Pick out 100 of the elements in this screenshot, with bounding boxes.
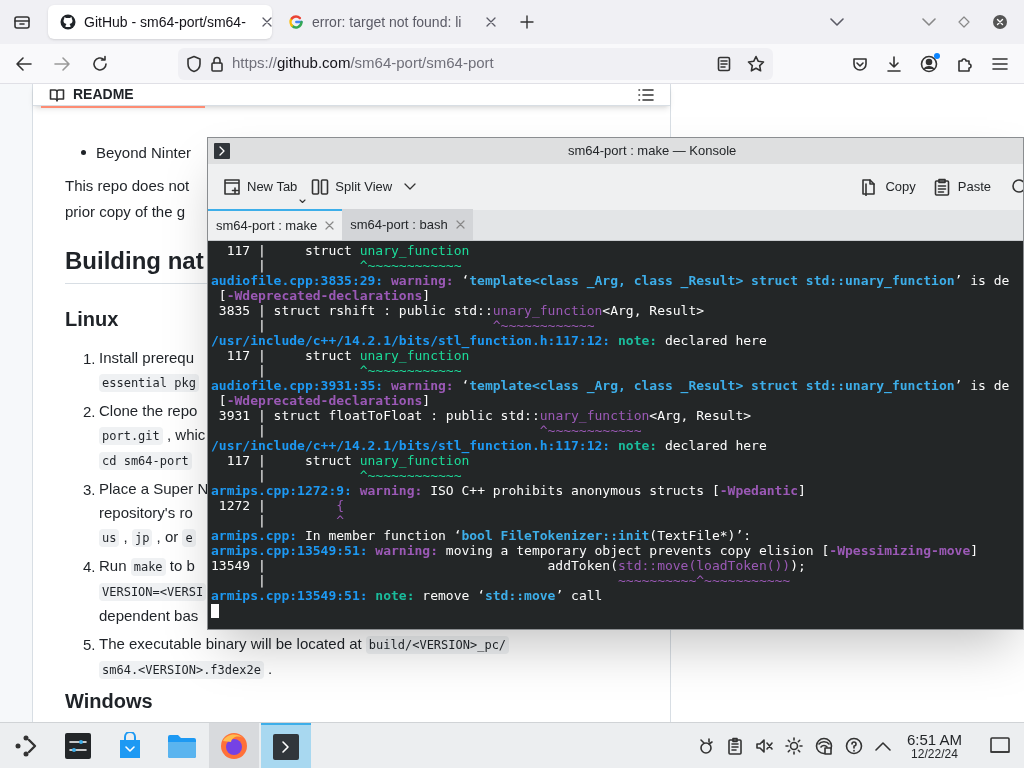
url-text: https://github.com/sm64-port/sm64-port: [232, 53, 494, 74]
bullet-icon: [81, 150, 86, 155]
terminal-line: | ^~~~~~~~~~~~~: [256, 423, 642, 438]
list-number: 4.: [83, 557, 97, 577]
close-icon[interactable]: [992, 14, 1008, 30]
terminal-line: 117 | struct unary_function: [226, 453, 470, 468]
terminal-line: audiofile.cpp:3835:29: warning: ‘template<class _Arg, class _Result> struct std::unary_function’ is de: [211, 273, 1010, 288]
terminal-line: armips.cpp: In member function ‘bool FileTokenizer::init(TextFile*)’:: [211, 528, 752, 543]
url-field[interactable]: https://github.com/sm64-port/sm64-port: [178, 47, 773, 80]
copy-icon: [861, 178, 878, 196]
github-icon: [60, 14, 76, 30]
list-item-text: dependent bas: [99, 606, 199, 626]
reload-icon[interactable]: [91, 54, 109, 73]
list-item-text: us , jp , or e: [99, 525, 196, 550]
chevron-down-icon[interactable]: [830, 17, 844, 27]
terminal-line: | ^~~~~~~~~~~~~: [256, 258, 462, 273]
terminal-line: 3835 | struct rshift : public std::unary_function<Arg, Result>: [217, 303, 705, 318]
paragraph-text: This repo does not: [65, 176, 190, 196]
help-icon[interactable]: [844, 736, 863, 755]
dropdown-icon: [299, 199, 306, 204]
list-item-text: Install prerequ: [99, 348, 195, 368]
toolbar-button[interactable]: New Tab: [223, 172, 306, 202]
terminal-line: 1272 | {: [217, 498, 345, 513]
section-heading: Building nat: [65, 247, 204, 274]
close-icon[interactable]: [261, 17, 272, 27]
brightness-icon[interactable]: [784, 736, 803, 755]
terminal-line: 13549 | addToken(std::move(loadToken()));: [211, 558, 806, 573]
browser-icon: [219, 730, 249, 761]
terminal-line: | ~~~~~~~~~~^~~~~~~~~~~~: [256, 573, 791, 588]
browser-tab[interactable]: error: target not found: li: [276, 5, 508, 39]
shield-icon: [186, 54, 202, 73]
terminal-tab[interactable]: sm64-port : bash: [342, 209, 473, 240]
paste-icon: [933, 178, 950, 196]
toolbar-button[interactable]: Split View: [311, 172, 425, 202]
terminal-line: | ^~~~~~~~~~~~~: [256, 468, 462, 483]
terminal-line: | ^: [256, 513, 345, 528]
store-icon: [117, 731, 143, 760]
terminal-line: /usr/include/c++/14.2.1/bits/stl_function.h:117:12: note: declared here: [211, 438, 767, 453]
terminal-line: armips.cpp:13549:51: note: remove ‘std::move’ call: [211, 588, 603, 603]
list-number: 3.: [83, 480, 97, 500]
outline-list-icon[interactable]: [638, 87, 654, 102]
pocket-icon[interactable]: [852, 55, 868, 72]
terminal-line: [-Wdeprecated-declarations]: [217, 288, 431, 303]
download-icon[interactable]: [886, 55, 902, 72]
terminal-line: [-Wdeprecated-declarations]: [217, 393, 431, 408]
terminal-line: armips.cpp:1272:9: warning: ISO C++ prohibits anonymous structs [-Wpedantic]: [211, 483, 806, 498]
terminal-icon: [272, 732, 300, 761]
terminal-icon: [213, 142, 231, 160]
star-icon[interactable]: [747, 54, 765, 73]
chevron-down-icon[interactable]: [922, 17, 936, 27]
terminal-line: | ^~~~~~~~~~~~~: [256, 363, 462, 378]
close-icon[interactable]: [325, 221, 335, 230]
search-icon[interactable]: [1011, 178, 1023, 196]
terminal-line: audiofile.cpp:3931:35: warning: ‘template<class _Arg, class _Result> struct std::unary_function’ is de: [211, 378, 1010, 393]
close-icon[interactable]: [486, 17, 496, 27]
new-tab-icon[interactable]: [520, 15, 534, 29]
list-item-text: repository's ro: [99, 503, 193, 523]
chevron-down-icon: [404, 183, 417, 191]
new-tab-icon: [223, 178, 241, 196]
muted-speaker-icon[interactable]: [754, 736, 773, 755]
google-icon: [288, 14, 304, 30]
list-item-text: Run make to b: [99, 556, 195, 578]
reader-view-icon[interactable]: [717, 55, 731, 72]
tab-list-icon[interactable]: [13, 14, 31, 30]
toolbar-button[interactable]: Copy: [855, 172, 922, 202]
list-number: 5.: [83, 635, 97, 655]
window-title: sm64-port : make — Konsole: [568, 142, 737, 161]
split-view-icon: [311, 178, 330, 196]
list-item-text: Beyond Ninter: [96, 143, 192, 163]
subsection-heading: Linux: [65, 308, 119, 330]
toolbar-button[interactable]: Paste: [927, 172, 997, 202]
terminal-tab[interactable]: sm64-port : make: [208, 209, 343, 240]
list-number: 2.: [83, 402, 97, 422]
terminal-line: 3931 | struct floatToFloat : public std::unary_function<Arg, Result>: [217, 408, 752, 423]
clock-date[interactable]: 12/22/24: [911, 747, 958, 760]
folder-icon: [167, 732, 197, 759]
terminal-line: armips.cpp:13549:51: warning: moving a temporary object prevents copy elision [-Wpessimizing-move]: [211, 543, 979, 558]
terminal-line: 117 | struct unary_function: [226, 348, 470, 363]
terminal-line: | ^~~~~~~~~~~~~: [256, 318, 595, 333]
browser-tab[interactable]: GitHub - sm64-port/sm64-: [48, 5, 272, 39]
show-desktop-icon[interactable]: [990, 736, 1010, 755]
clock-time[interactable]: 6:51 AM: [906, 731, 962, 747]
network-icon[interactable]: [814, 736, 833, 755]
lock-icon: [210, 54, 224, 73]
list-item-text: Clone the repo: [99, 401, 198, 421]
list-item-text: Place a Super N: [99, 479, 209, 499]
clipboard-icon[interactable]: [726, 736, 743, 755]
menu-icon[interactable]: [992, 56, 1008, 71]
list-item-text: The executable binary will be located at build/<VERSION>_pc/: [99, 632, 510, 657]
subsection-heading: Windows: [65, 690, 153, 712]
forward-icon[interactable]: [53, 55, 71, 72]
paragraph-text: prior copy of the g: [65, 202, 186, 222]
terminal-line: 117 | struct unary_function: [225, 243, 470, 258]
back-icon[interactable]: [15, 55, 33, 72]
account-icon[interactable]: [920, 54, 938, 73]
taskbar-button[interactable]: [261, 723, 311, 768]
list-number: 1.: [83, 349, 97, 369]
diamond-icon[interactable]: [958, 16, 970, 28]
chevron-up-icon[interactable]: [874, 740, 891, 751]
settings-icon: [64, 731, 92, 760]
